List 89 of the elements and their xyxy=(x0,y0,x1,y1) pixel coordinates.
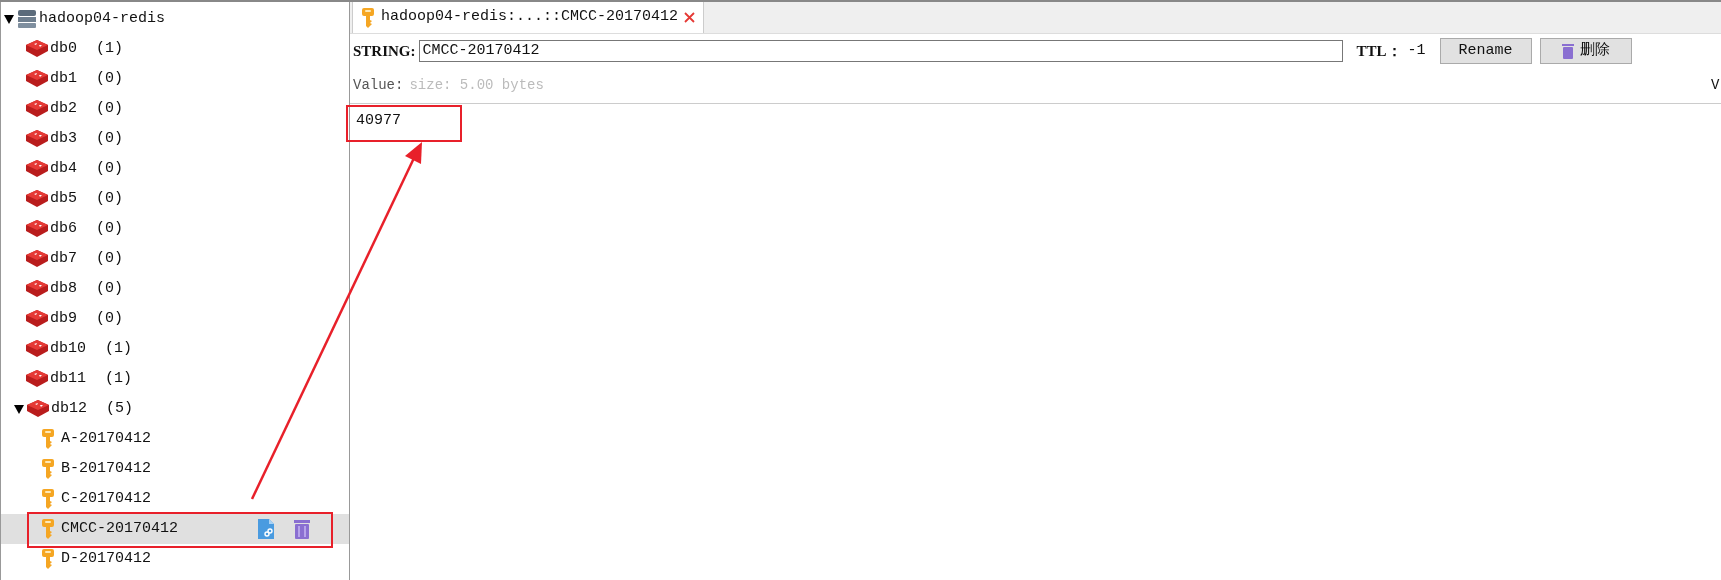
database-cube-icon xyxy=(25,339,49,359)
key-icon xyxy=(41,518,55,540)
server-label: hadoop04-redis xyxy=(39,8,166,29)
tree-item[interactable]: db1 (0) xyxy=(1,64,349,94)
database-label: db1 xyxy=(50,68,77,89)
delete-button[interactable]: 删除 xyxy=(1539,38,1632,64)
key-count: (0) xyxy=(96,158,124,179)
database-label: db8 xyxy=(50,278,77,299)
database-cube-icon xyxy=(25,39,49,59)
ttl-value: -1 xyxy=(1407,40,1426,61)
tree-item[interactable]: db10 (1) xyxy=(1,334,349,364)
database-cube-icon xyxy=(25,99,49,119)
database-cube-icon xyxy=(25,219,49,239)
key-label: A-20170412 xyxy=(61,428,152,449)
database-label: db2 xyxy=(50,98,77,119)
key-count: (5) xyxy=(106,398,134,419)
tree-item[interactable]: db11 (1) xyxy=(1,364,349,394)
key-item[interactable]: A-20170412 xyxy=(1,424,349,454)
value-size: size: 5.00 bytes xyxy=(409,76,544,95)
ttl-label: TTL： xyxy=(1356,41,1402,61)
database-cube-icon xyxy=(25,309,49,329)
database-label: db9 xyxy=(50,308,77,329)
tree-item[interactable]: db6 (0) xyxy=(1,214,349,244)
key-count: (0) xyxy=(96,128,124,149)
key-icon xyxy=(41,548,55,570)
key-count: (0) xyxy=(96,308,124,329)
key-icon xyxy=(361,6,375,29)
key-count: (0) xyxy=(96,98,124,119)
view-mode-label: V xyxy=(1711,76,1721,95)
expand-caret-icon[interactable] xyxy=(14,404,24,414)
database-label: db11 xyxy=(50,368,86,389)
key-label: B-20170412 xyxy=(61,458,152,479)
key-count: (0) xyxy=(96,68,124,89)
database-label: db6 xyxy=(50,218,77,239)
linked-document-icon[interactable] xyxy=(257,518,275,540)
tree-item[interactable]: db12 (5) xyxy=(1,394,349,424)
key-item[interactable]: D-20170412 xyxy=(1,544,349,574)
database-label: db5 xyxy=(50,188,77,209)
tree-item[interactable]: db8 (0) xyxy=(1,274,349,304)
database-label: db12 xyxy=(51,398,87,419)
database-label: db7 xyxy=(50,248,77,269)
key-item[interactable]: B-20170412 xyxy=(1,454,349,484)
expand-caret-icon[interactable] xyxy=(4,14,14,24)
close-icon[interactable] xyxy=(684,12,696,23)
database-label: db4 xyxy=(50,158,77,179)
tree-item[interactable]: hadoop04-redis xyxy=(1,4,349,34)
key-count: (0) xyxy=(96,188,124,209)
key-icon xyxy=(41,428,55,450)
tree-item[interactable]: db7 (0) xyxy=(1,244,349,274)
tab-label: hadoop04-redis:...::CMCC-20170412 xyxy=(381,7,679,28)
tree-item[interactable]: db2 (0) xyxy=(1,94,349,124)
key-count: (1) xyxy=(96,38,124,59)
key-label: D-20170412 xyxy=(61,548,152,569)
rename-button[interactable]: Rename xyxy=(1439,38,1532,64)
database-cube-icon xyxy=(25,369,49,389)
tree-item[interactable]: db9 (0) xyxy=(1,304,349,334)
tree-item[interactable]: db3 (0) xyxy=(1,124,349,154)
database-cube-icon xyxy=(25,249,49,269)
database-label: db10 xyxy=(50,338,86,359)
database-cube-icon xyxy=(25,129,49,149)
server-icon xyxy=(17,9,37,29)
database-cube-icon xyxy=(26,399,50,419)
key-item[interactable]: CMCC-20170412 xyxy=(1,514,349,544)
value-text: 40977 xyxy=(356,112,401,129)
tree-item[interactable]: db5 (0) xyxy=(1,184,349,214)
editor-tab[interactable]: hadoop04-redis:...::CMCC-20170412 xyxy=(352,2,705,33)
key-item[interactable]: C-20170412 xyxy=(1,484,349,514)
key-name-field[interactable]: CMCC-20170412 xyxy=(418,40,1343,62)
key-icon xyxy=(41,488,55,510)
database-cube-icon xyxy=(25,69,49,89)
key-icon xyxy=(41,458,55,480)
key-count: (1) xyxy=(105,368,133,389)
tree-item[interactable]: db4 (0) xyxy=(1,154,349,184)
database-cube-icon xyxy=(25,189,49,209)
key-count: (0) xyxy=(96,218,124,239)
tree-item[interactable]: db0 (1) xyxy=(1,34,349,64)
database-label: db0 xyxy=(50,38,77,59)
database-cube-icon xyxy=(25,159,49,179)
database-label: db3 xyxy=(50,128,77,149)
key-label: C-20170412 xyxy=(61,488,152,509)
trash-icon[interactable] xyxy=(293,518,311,540)
type-label: STRING: xyxy=(353,41,416,61)
key-label: CMCC-20170412 xyxy=(61,518,180,539)
trash-icon xyxy=(1561,43,1574,59)
key-count: (0) xyxy=(96,248,124,269)
value-label: Value: xyxy=(353,76,404,95)
key-count: (0) xyxy=(96,278,124,299)
key-count: (1) xyxy=(105,338,133,359)
database-cube-icon xyxy=(25,279,49,299)
